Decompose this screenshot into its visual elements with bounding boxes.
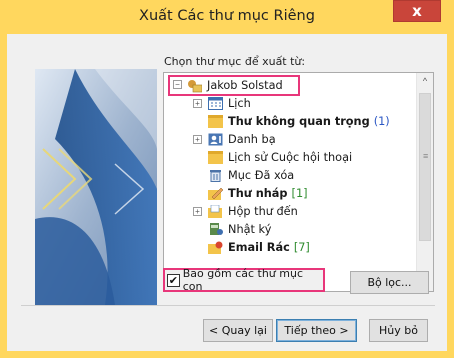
- tree-expander-contacts[interactable]: +: [193, 135, 202, 144]
- title-bar[interactable]: Xuất Các thư mục Riêng x: [0, 0, 454, 34]
- export-dialog-window: Xuất Các thư mục Riêng x Chọn thư mục để…: [0, 0, 454, 358]
- tree-expander-inbox[interactable]: +: [193, 207, 202, 216]
- next-button[interactable]: Tiếp theo >: [276, 319, 357, 342]
- wizard-illustration: [35, 69, 157, 305]
- tree-item-calendar[interactable]: Lịch: [208, 94, 251, 112]
- folder-icon: [208, 114, 223, 128]
- tree-item-label: Hộp thư đến: [228, 204, 298, 218]
- tree-item-clutter[interactable]: Thư không quan trọng (1): [208, 112, 390, 130]
- tree-item-conversation-history[interactable]: Lịch sử Cuộc hội thoại: [208, 148, 352, 166]
- scrollbar-thumb[interactable]: ≡: [419, 93, 431, 241]
- drafts-icon: [208, 187, 224, 200]
- folder-tree[interactable]: − Jakob Solstad + Lịch Thư không quan tr…: [163, 72, 434, 292]
- close-button[interactable]: x: [393, 0, 441, 22]
- back-button[interactable]: < Quay lại: [203, 319, 273, 342]
- filter-button[interactable]: Bộ lọc...: [350, 271, 429, 294]
- tree-item-label: Thư nháp: [228, 186, 288, 200]
- inbox-icon: [208, 204, 223, 218]
- mailbox-icon: [187, 79, 203, 92]
- tree-root-label: Jakob Solstad: [207, 78, 283, 92]
- contacts-icon: [208, 133, 223, 146]
- tree-item-label: Thư không quan trọng: [228, 114, 370, 128]
- folder-icon: [208, 150, 223, 164]
- tree-root-item[interactable]: Jakob Solstad: [187, 76, 283, 94]
- draft-count: [1]: [291, 186, 308, 200]
- calendar-icon: [208, 96, 223, 110]
- junk-mail-icon: [208, 241, 223, 254]
- tree-item-label: Danh bạ: [228, 132, 276, 146]
- tree-scrollbar[interactable]: ^ ≡ v: [416, 73, 433, 291]
- journal-icon: [208, 222, 223, 236]
- tree-item-label: Nhật ký: [228, 222, 272, 236]
- window-title: Xuất Các thư mục Riêng: [139, 8, 315, 24]
- folder-select-prompt: Chọn thư mục để xuất từ:: [164, 55, 306, 68]
- tree-item-label: Mục Đã xóa: [228, 168, 295, 182]
- include-subfolders-label: Bao gồm các thư mục con: [182, 267, 304, 293]
- tree-item-label: Email Rác: [228, 240, 290, 254]
- dialog-client-area: Chọn thư mục để xuất từ: − Jakob Solstad…: [7, 34, 447, 351]
- trash-icon: [208, 169, 223, 182]
- scroll-up-arrow-icon[interactable]: ^: [417, 73, 433, 90]
- button-separator: [21, 305, 435, 306]
- tree-item-contacts[interactable]: Danh bạ: [208, 130, 276, 148]
- tree-item-drafts[interactable]: Thư nháp [1]: [208, 184, 308, 202]
- tree-item-label: Lịch: [228, 96, 251, 110]
- tree-item-label: Lịch sử Cuộc hội thoại: [228, 150, 353, 164]
- tree-item-junk[interactable]: Email Rác [7]: [208, 238, 310, 256]
- tree-item-deleted[interactable]: Mục Đã xóa: [208, 166, 294, 184]
- tree-expander-root[interactable]: −: [173, 80, 182, 89]
- tree-item-journal[interactable]: Nhật ký: [208, 220, 271, 238]
- wizard-art-graphic: [35, 69, 157, 305]
- junk-count: [7]: [293, 240, 310, 254]
- include-subfolders-checkbox[interactable]: ✔: [167, 273, 180, 287]
- tree-expander-calendar[interactable]: +: [193, 99, 202, 108]
- include-subfolders-option[interactable]: ✔ Bao gồm các thư mục con: [163, 267, 325, 293]
- cancel-button[interactable]: Hủy bỏ: [369, 319, 428, 342]
- unread-count: (1): [373, 114, 390, 128]
- tree-item-inbox[interactable]: Hộp thư đến: [208, 202, 298, 220]
- scrollbar-grip-icon: ≡: [423, 151, 429, 161]
